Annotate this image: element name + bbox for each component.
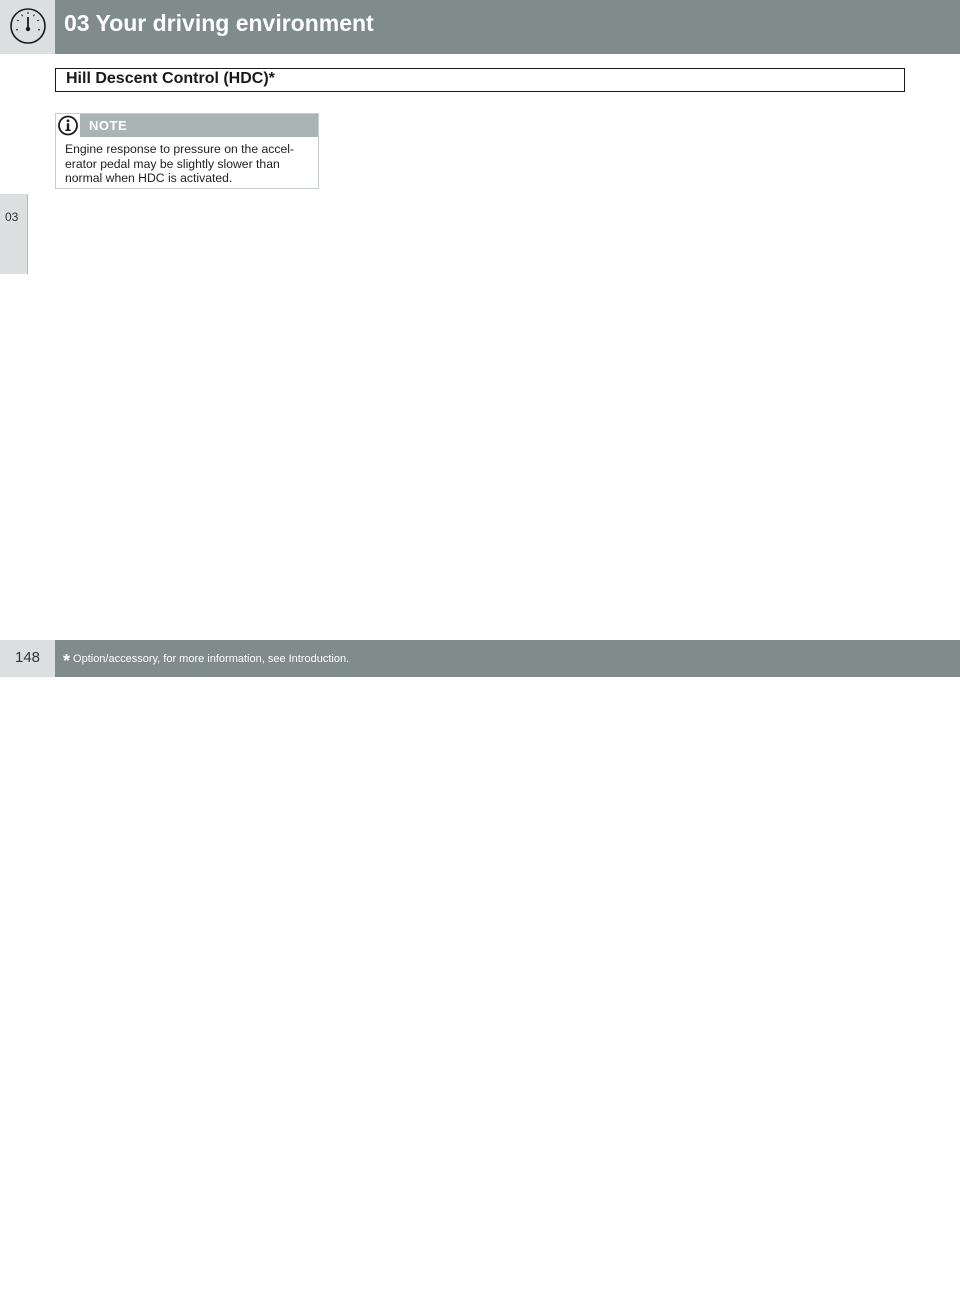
note-body: Engine response to pressure on the accel… <box>65 142 294 186</box>
page-number: 148 <box>15 649 41 666</box>
speedometer-icon <box>10 8 46 44</box>
note-title: NOTE <box>89 118 128 133</box>
footer-note-text: Option/accessory, for more information, … <box>73 653 350 665</box>
header-icon-box <box>0 0 55 54</box>
section-title: Hill Descent Control (HDC)* <box>66 70 275 87</box>
chapter-title: 03 Your driving environment <box>64 10 374 36</box>
footer-note: * Option/accessory, for more information,… <box>63 651 349 672</box>
page-number-box: 148 <box>0 640 55 677</box>
section-title-box: Hill Descent Control (HDC)* <box>55 68 905 92</box>
note-header: NOTE <box>56 114 318 137</box>
header-bar: 03 Your driving environment <box>0 0 960 54</box>
watermark: carmanualsonline.info <box>723 1285 948 1310</box>
footer-star: * <box>63 651 71 671</box>
chapter-side-tab: 03 <box>0 194 28 274</box>
footer-bar: 148 * Option/accessory, for more informat… <box>0 640 960 1310</box>
note-box: NOTE Engine response to pressure on the … <box>55 113 319 189</box>
chapter-tab-label: 03 <box>5 210 19 224</box>
info-icon <box>56 114 80 137</box>
